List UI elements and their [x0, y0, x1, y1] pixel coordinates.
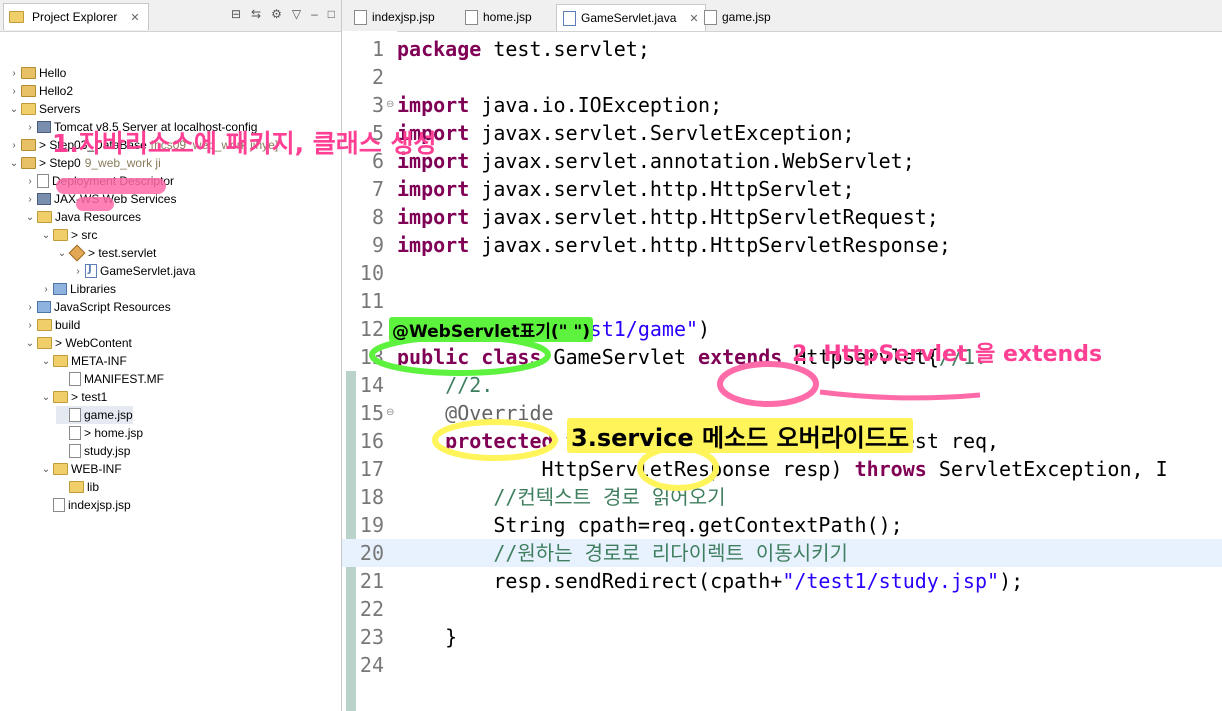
- yellow-circle-override: [432, 419, 558, 461]
- green-circle-webservlet: [369, 334, 551, 376]
- annotation-step2: 2. HttpServlet 을 extends: [792, 342, 1103, 367]
- pink-circle-extends: [717, 361, 819, 407]
- annotation-step1: 1.자바리소스에 패키지, 클래스 생성: [52, 129, 437, 158]
- annotation-step3: 3.service 메소드 오버라이드도: [567, 418, 914, 453]
- yellow-circle-service: [637, 445, 719, 491]
- annotation-webservlet: @WebServlet표기(" "): [389, 317, 594, 342]
- pink-underline-httpservlet: [819, 389, 981, 401]
